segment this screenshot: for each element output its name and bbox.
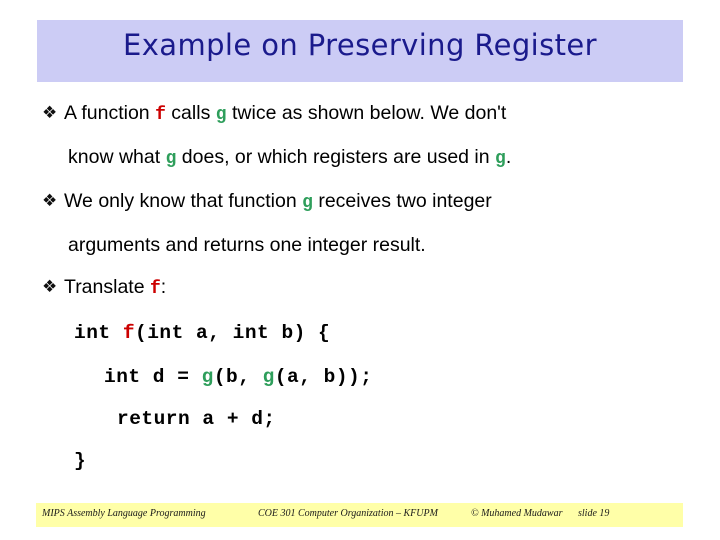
inline-code-g: g <box>302 193 313 213</box>
code-line-1-pre: int <box>74 322 123 344</box>
bullet-1-line-2-mid: does, or which registers are used in <box>176 146 496 168</box>
bullet-1-text-post: twice as shown below. We don't <box>226 102 507 124</box>
code-line-4: } <box>74 450 87 472</box>
bullet-1-text-mid: calls <box>165 102 216 124</box>
inline-code-g: g <box>165 149 177 169</box>
diamond-bullet-icon: ❖ <box>42 191 58 211</box>
code-line-1: int f(int a, int b) { <box>0 322 330 344</box>
footer-slide-number: slide 19 <box>578 508 610 519</box>
bullet-1-line-2: know what g does, or which registers are… <box>0 146 512 169</box>
inline-code-g: g <box>495 149 506 169</box>
code-identifier-g: g <box>201 366 214 388</box>
bullet-2-text-post: receives two integer <box>312 190 492 212</box>
slide-footer: MIPS Assembly Language Programming COE 3… <box>36 503 683 527</box>
bullet-3-text-post: : <box>160 276 167 298</box>
footer-course-subject: MIPS Assembly Language Programming <box>42 508 206 519</box>
diamond-bullet-icon: ❖ <box>42 103 58 123</box>
bullet-3-text-pre: Translate <box>64 276 150 298</box>
bullet-1-line-2-pre: know what <box>68 146 166 168</box>
footer-copyright: © Muhamed Mudawar <box>471 508 563 519</box>
bullet-3-line-1: Translate f: <box>64 276 166 298</box>
bullet-2-text-pre: We only know that function <box>64 190 303 212</box>
slide-title-band: Example on Preserving Register <box>37 20 683 82</box>
code-line-2-post: (a, b)); <box>274 366 373 388</box>
code-identifier-f: f <box>122 322 136 344</box>
bullet-2-line-1: We only know that function g receives tw… <box>64 190 492 212</box>
bullet-item-3: ❖ Translate f: <box>0 276 166 298</box>
footer-course-title: COE 301 Computer Organization – KFUPM <box>258 508 438 519</box>
inline-code-f: f <box>149 279 161 299</box>
code-line-3: return a + d; <box>117 408 276 430</box>
page-title: Example on Preserving Register <box>123 28 597 62</box>
bullet-1-line-2-post: . <box>505 146 512 168</box>
bullet-2-line-2: arguments and returns one integer result… <box>68 234 426 256</box>
inline-code-f: f <box>155 105 166 125</box>
bullet-1-text-pre: A function <box>64 102 156 124</box>
code-line-2-pre: int d = <box>104 366 202 388</box>
bullet-1-line-1: A function f calls g twice as shown belo… <box>64 102 506 124</box>
code-line-2: int d = g(b, g(a, b)); <box>0 366 372 388</box>
code-identifier-g: g <box>262 366 275 388</box>
code-line-1-post: (int a, int b) { <box>135 322 331 344</box>
diamond-bullet-icon: ❖ <box>42 277 58 297</box>
inline-code-g: g <box>215 105 227 125</box>
bullet-item-1: ❖ A function f calls g twice as shown be… <box>0 102 506 124</box>
bullet-item-2: ❖ We only know that function g receives … <box>0 190 492 212</box>
code-line-2-mid: (b, <box>213 366 263 388</box>
